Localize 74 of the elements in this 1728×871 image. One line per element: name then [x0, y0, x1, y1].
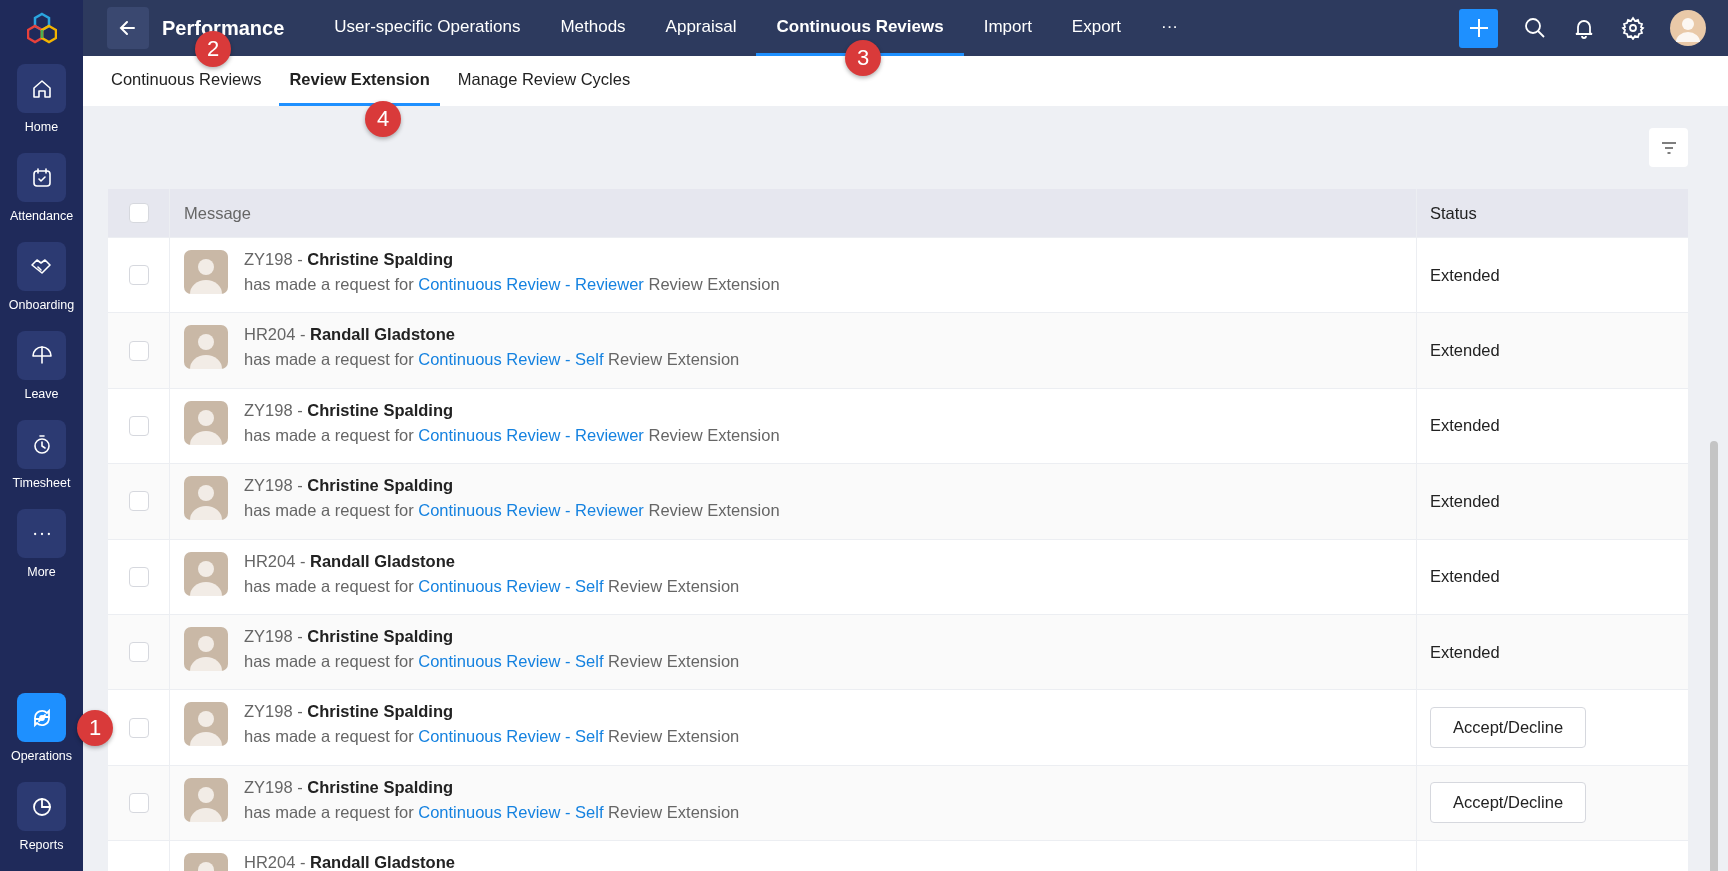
sidebar-item[interactable]: Attendance: [9, 153, 74, 242]
request-text: has made a request for Continuous Review - Self Review Extension: [244, 576, 740, 596]
nav-tab[interactable]: Methods: [540, 0, 646, 56]
review-link[interactable]: Continuous Review - Self: [418, 727, 604, 746]
review-link[interactable]: Continuous Review - Self: [418, 802, 604, 821]
avatar[interactable]: [1670, 10, 1706, 46]
checkbox[interactable]: [128, 717, 149, 738]
logo-icon: [26, 12, 57, 44]
request-text: has made a request for Continuous Review - Self Review Extension: [244, 651, 740, 671]
nav-tab[interactable]: Import: [963, 0, 1052, 56]
sidebar-item[interactable]: Timesheet: [12, 420, 71, 509]
request-title: ZY198 - Christine Spalding: [244, 400, 455, 420]
filter-button[interactable]: [1649, 128, 1688, 167]
column-header: Status: [1430, 203, 1477, 223]
review-link[interactable]: Continuous Review - Reviewer: [418, 275, 644, 293]
checkbox[interactable]: [128, 340, 149, 361]
review-link[interactable]: Continuous Review - Self: [418, 576, 604, 595]
avatar: [184, 400, 228, 445]
back-button[interactable]: [107, 7, 149, 49]
request-title: HR204 - Randall Gladstone: [244, 551, 456, 571]
request-title: ZY198 - Christine Spalding: [244, 777, 455, 797]
nav-tab[interactable]: User-specific Operations: [314, 0, 541, 56]
scrollbar[interactable]: [1710, 441, 1718, 871]
request-text: has made a request for Continuous Review - Reviewer Review Extension: [244, 501, 780, 521]
request-text: has made a request for Continuous Review - Self Review Extension: [244, 802, 740, 822]
request-title: HR204 - Randall Gladstone: [244, 325, 456, 345]
avatar: [184, 702, 228, 747]
request-title: ZY198 - Christine Spalding: [244, 626, 455, 646]
nav-tab[interactable]: Appraisal: [645, 0, 757, 56]
request-title: HR204 - Randall Gladstone: [244, 853, 455, 871]
review-link[interactable]: Continuous Review - Self: [418, 350, 604, 369]
status-text: Extended: [1430, 265, 1500, 285]
checkbox[interactable]: [128, 203, 149, 223]
status-text: Extended: [1430, 567, 1500, 587]
status-text: Extended: [1430, 642, 1500, 662]
filter-icon: [1660, 141, 1677, 154]
request-text: has made a request for Continuous Review - Self Review Extension: [244, 727, 740, 747]
accept-decline-button[interactable]: Accept/Decline: [1430, 707, 1587, 749]
checkbox[interactable]: [128, 566, 149, 587]
checkbox[interactable]: [128, 491, 149, 512]
checkbox[interactable]: [128, 265, 149, 286]
avatar: [184, 325, 228, 370]
avatar: [184, 476, 228, 521]
checkbox[interactable]: [128, 415, 149, 436]
checkbox[interactable]: [128, 792, 149, 813]
sidebar-item[interactable]: Operations: [10, 693, 73, 782]
column-header: Message: [184, 203, 251, 223]
status-text: Extended: [1430, 341, 1500, 361]
request-title: ZY198 - Christine Spalding: [244, 476, 455, 496]
nav-tab[interactable]: ···: [1141, 0, 1198, 56]
dots-icon: [33, 531, 50, 536]
status-text: Extended: [1430, 491, 1500, 511]
search-icon[interactable]: [1523, 16, 1547, 40]
request-text: has made a request for Continuous Review - Self Review Extension: [244, 350, 740, 370]
review-link[interactable]: Continuous Review - Self: [418, 651, 604, 670]
request-text: has made a request for Continuous Review - Reviewer Review Extension: [244, 275, 780, 294]
checkbox[interactable]: [128, 642, 149, 663]
review-link[interactable]: Continuous Review - Reviewer: [418, 425, 644, 444]
avatar: [184, 777, 228, 822]
request-title: ZY198 - Christine Spalding: [244, 702, 455, 722]
avatar: [184, 551, 228, 596]
review-link[interactable]: Continuous Review - Reviewer: [418, 501, 644, 520]
sub-tab[interactable]: Manage Review Cycles: [447, 56, 641, 106]
accept-decline-button[interactable]: Accept/Decline: [1430, 782, 1587, 824]
avatar: [184, 250, 228, 294]
avatar: [184, 626, 228, 671]
add-button[interactable]: [1459, 8, 1498, 48]
request-title: ZY198 - Christine Spalding: [244, 250, 455, 269]
request-text: has made a request for Continuous Review - Reviewer Review Extension: [244, 425, 780, 445]
status-text: Extended: [1430, 416, 1500, 436]
sidebar-item[interactable]: Onboarding: [8, 242, 75, 331]
nav-tab[interactable]: Export: [1051, 0, 1141, 56]
settings-icon[interactable]: [1621, 16, 1645, 40]
arrow-left-icon: [118, 18, 138, 38]
